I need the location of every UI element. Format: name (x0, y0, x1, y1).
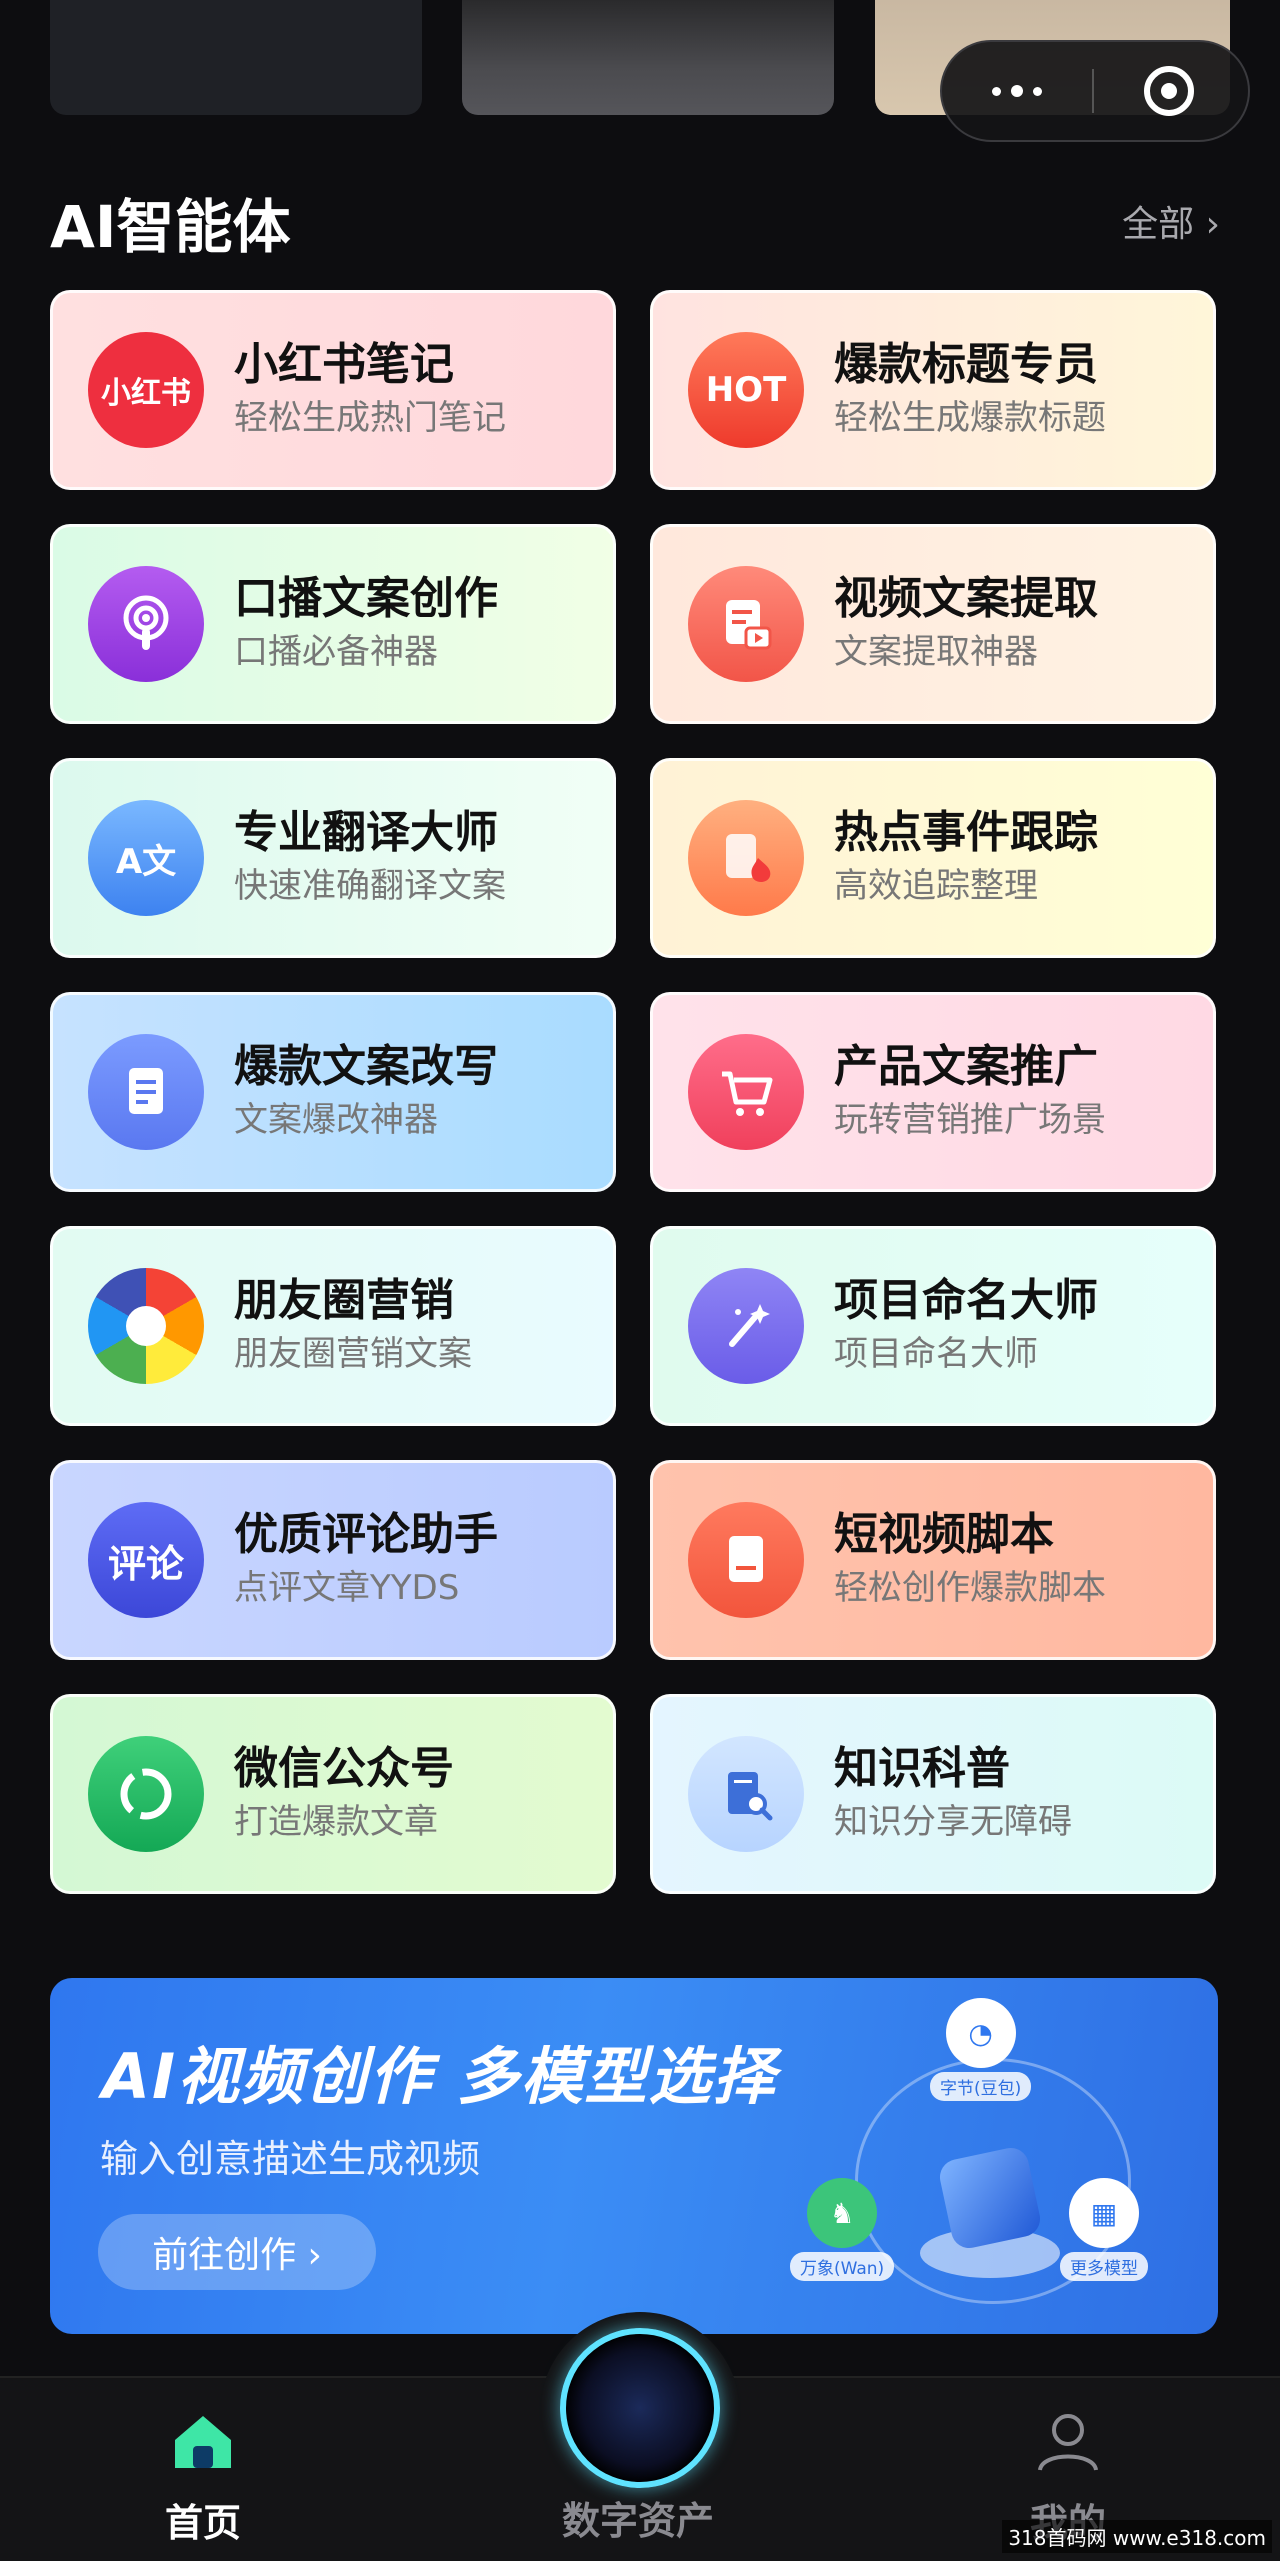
agent-subtitle: 快速准确翻译文案 (234, 866, 506, 906)
agent-title: 专业翻译大师 (234, 807, 498, 858)
agent-card-voiceover[interactable]: 口播文案创作口播必备神器 (50, 524, 616, 724)
model-label: 更多模型 (1060, 2252, 1148, 2281)
agent-title: 短视频脚本 (834, 1509, 1054, 1560)
watermark: 318首码网 www.e318.com (1002, 2520, 1272, 2553)
agent-title: 热点事件跟踪 (834, 807, 1098, 858)
play-cube-icon (936, 2144, 1044, 2252)
agent-subtitle: 文案爆改神器 (234, 1100, 438, 1140)
agent-subtitle: 文案提取神器 (834, 632, 1038, 672)
more-dots-icon[interactable] (942, 85, 1092, 97)
agent-card-translate[interactable]: A文 专业翻译大师快速准确翻译文案 (50, 758, 616, 958)
agent-card-short-video-script[interactable]: 短视频脚本轻松创作爆款脚本 (650, 1460, 1216, 1660)
agent-subtitle: 轻松生成热门笔记 (234, 398, 506, 438)
agent-card-trending[interactable]: 热点事件跟踪高效追踪整理 (650, 758, 1216, 958)
model-node-doubao: ◔ 字节(豆包) (930, 1998, 1032, 2101)
agent-card-science[interactable]: 知识科普知识分享无障碍 (650, 1694, 1216, 1894)
model-label: 字节(豆包) (930, 2072, 1032, 2101)
xiaohongshu-icon: 小红书 (88, 332, 204, 448)
agent-title: 口播文案创作 (234, 573, 498, 624)
book-search-icon (688, 1736, 804, 1852)
script-icon (688, 1502, 804, 1618)
translate-icon: A文 (88, 800, 204, 916)
section-title: AI智能体 (50, 193, 291, 261)
agent-card-xiaohongshu[interactable]: 小红书 小红书笔记轻松生成热门笔记 (50, 290, 616, 490)
agent-title: 知识科普 (834, 1743, 1010, 1794)
model-node-wan: ♞ 万象(Wan) (790, 2178, 895, 2281)
agent-card-comment[interactable]: 评论 优质评论助手点评文章YYDS (50, 1460, 616, 1660)
agent-title: 朋友圈营销 (234, 1275, 454, 1326)
agent-subtitle: 点评文章YYDS (234, 1568, 460, 1608)
agent-card-moments[interactable]: 朋友圈营销朋友圈营销文案 (50, 1226, 616, 1426)
nav-home[interactable]: 首页 (165, 2410, 241, 2547)
document-icon (88, 1034, 204, 1150)
podcast-icon (88, 566, 204, 682)
agent-subtitle: 口播必备神器 (234, 632, 438, 672)
banner-headline: AI视频创作 多模型选择 (102, 2040, 777, 2113)
wechat-icon (88, 1736, 204, 1852)
fire-doc-icon (688, 800, 804, 916)
agent-title: 小红书笔记 (234, 339, 454, 390)
grid-icon: ▦ (1069, 2178, 1139, 2248)
agent-title: 优质评论助手 (234, 1509, 498, 1560)
agent-title: 爆款标题专员 (834, 339, 1098, 390)
agent-subtitle: 项目命名大师 (834, 1334, 1038, 1374)
video-doc-icon (688, 566, 804, 682)
go-create-button[interactable]: 前往创作 › (98, 2214, 376, 2290)
agent-title: 项目命名大师 (834, 1275, 1098, 1326)
digital-assets-orb[interactable] (560, 2328, 720, 2488)
agent-subtitle: 玩转营销推广场景 (834, 1100, 1106, 1140)
ai-video-banner[interactable]: AI视频创作 多模型选择 输入创意描述生成视频 前往创作 › ◔ 字节(豆包) … (50, 1978, 1218, 2334)
agent-subtitle: 轻松创作爆款脚本 (834, 1568, 1106, 1608)
agent-title: 产品文案推广 (834, 1041, 1098, 1092)
agent-title: 视频文案提取 (834, 573, 1098, 624)
agent-card-naming[interactable]: 项目命名大师 项目命名大师 (650, 1226, 1216, 1426)
agent-subtitle: 轻松生成爆款标题 (834, 398, 1106, 438)
home-icon (175, 2416, 231, 2468)
agent-title: 微信公众号 (234, 1743, 454, 1794)
cart-icon (688, 1034, 804, 1150)
target-icon[interactable] (1094, 66, 1244, 116)
doubao-icon: ◔ (945, 1998, 1016, 2068)
video-thumbnail[interactable] (50, 0, 422, 115)
agent-subtitle: 朋友圈营销文案 (234, 1334, 472, 1374)
hot-fire-icon: HOT (688, 332, 804, 448)
agent-subtitle: 打造爆款文章 (234, 1802, 438, 1842)
elephant-icon: ♞ (807, 2178, 878, 2248)
agent-title: 爆款文案改写 (234, 1041, 498, 1092)
magic-brush-icon (688, 1268, 804, 1384)
model-node-more: ▦ 更多模型 (1060, 2178, 1148, 2281)
agent-subtitle: 知识分享无障碍 (834, 1802, 1072, 1842)
agent-card-product-promo[interactable]: 产品文案推广玩转营销推广场景 (650, 992, 1216, 1192)
agent-card-rewrite[interactable]: 爆款文案改写文案爆改神器 (50, 992, 616, 1192)
see-all-link[interactable]: 全部 › (1122, 195, 1220, 247)
agent-card-wechat-official[interactable]: 微信公众号打造爆款文章 (50, 1694, 616, 1894)
profile-icon (1038, 2414, 1098, 2471)
aperture-icon (88, 1268, 204, 1384)
miniprogram-capsule (940, 40, 1250, 142)
video-thumbnail[interactable] (462, 0, 834, 115)
comment-icon: 评论 (88, 1502, 204, 1618)
agent-card-video-extract[interactable]: 视频文案提取文案提取神器 (650, 524, 1216, 724)
agent-subtitle: 高效追踪整理 (834, 866, 1038, 906)
agent-card-hot-title[interactable]: HOT 爆款标题专员轻松生成爆款标题 (650, 290, 1216, 490)
nav-home-label: 首页 (165, 2501, 242, 2545)
banner-subtitle: 输入创意描述生成视频 (100, 2137, 481, 2181)
nav-assets-label: 数字资产 (562, 2499, 715, 2543)
nav-assets[interactable]: 数字资产 (562, 2490, 714, 2545)
model-label: 万象(Wan) (790, 2252, 895, 2281)
